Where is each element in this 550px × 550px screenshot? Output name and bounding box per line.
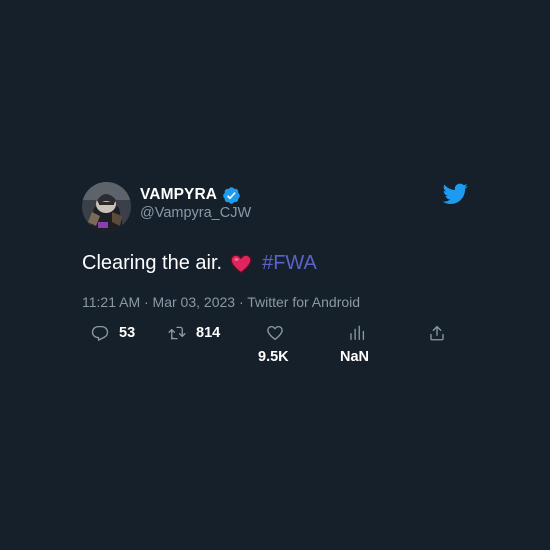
like-button[interactable] bbox=[266, 323, 284, 343]
twitter-bird-icon[interactable] bbox=[443, 183, 468, 205]
hashtag-link[interactable]: #FWA bbox=[262, 252, 317, 275]
views-button[interactable] bbox=[348, 323, 366, 343]
retweet-button[interactable]: 814 bbox=[168, 323, 220, 343]
like-count: 9.5K bbox=[258, 349, 289, 365]
verified-badge-icon bbox=[223, 186, 240, 204]
views-count: NaN bbox=[340, 349, 370, 365]
user-handle[interactable]: @Vampyra_CJW bbox=[140, 205, 251, 221]
heart-emoji bbox=[230, 254, 252, 273]
avatar[interactable] bbox=[82, 182, 131, 231]
reply-icon bbox=[91, 325, 109, 341]
display-name[interactable]: VAMPYRA bbox=[140, 185, 241, 205]
display-name-text[interactable]: VAMPYRA bbox=[140, 186, 217, 204]
reply-button[interactable]: 53 bbox=[91, 323, 135, 343]
heart-outline-icon bbox=[267, 325, 283, 341]
retweet-icon bbox=[168, 326, 186, 340]
tweet-timestamp[interactable]: 11:21 AM · Mar 03, 2023 · Twitter for An… bbox=[82, 294, 360, 310]
tweet-text-body: Clearing the air. bbox=[82, 252, 223, 274]
retweet-count: 814 bbox=[196, 325, 221, 341]
views-icon bbox=[350, 325, 365, 341]
tweet-text: Clearing the air. #FWA bbox=[82, 252, 317, 275]
share-icon bbox=[430, 325, 444, 341]
share-button[interactable] bbox=[428, 323, 446, 343]
tweet-card: VAMPYRA @Vampyra_CJW Clearing the air. #… bbox=[0, 0, 550, 550]
reply-count: 53 bbox=[119, 325, 136, 341]
